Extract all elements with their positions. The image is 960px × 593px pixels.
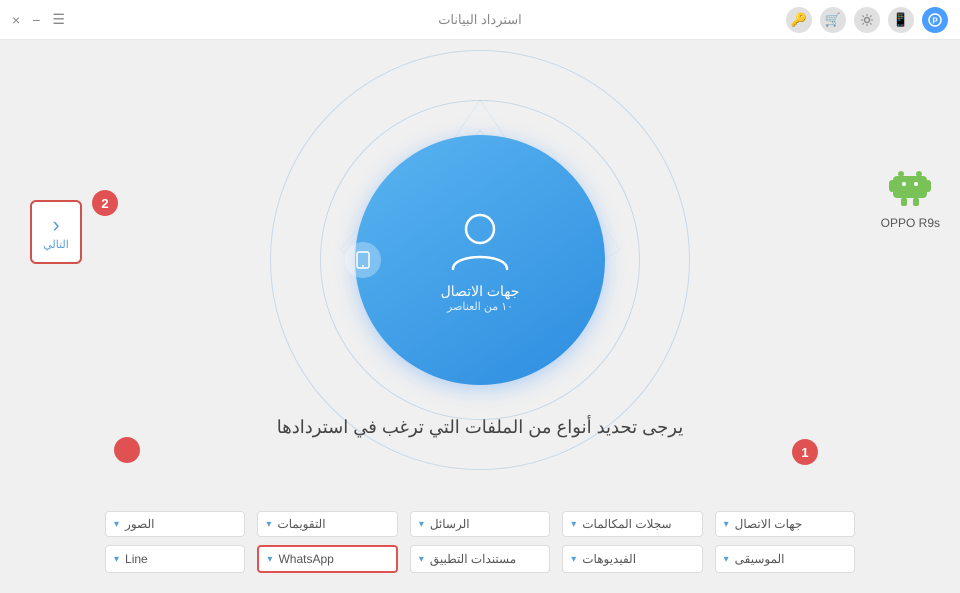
file-type-music[interactable]: الموسيقى ▾ xyxy=(715,545,855,573)
file-type-app-docs[interactable]: مستندات التطبيق ▾ xyxy=(410,545,550,573)
radar-container: جهات الاتصال ١٠ من العناصر xyxy=(270,50,690,470)
person-icon xyxy=(445,207,515,277)
contacts-chevron-icon: ▾ xyxy=(724,519,729,530)
center-circle: جهات الاتصال ١٠ من العناصر xyxy=(355,135,605,385)
icon-settings[interactable] xyxy=(854,7,880,33)
call-logs-chevron-icon: ▾ xyxy=(571,519,576,530)
svg-text:P: P xyxy=(932,16,938,25)
main-content: ‹ التالي 2 OPPO R9s xyxy=(0,40,960,593)
icon-key[interactable]: 🔑 xyxy=(786,7,812,33)
icon-pd[interactable]: P xyxy=(922,7,948,33)
file-type-call-logs[interactable]: سجلات المكالمات ▾ xyxy=(562,511,702,537)
back-chevron-icon: ‹ xyxy=(52,214,59,236)
circle-sublabel: ١٠ من العناصر xyxy=(447,300,513,313)
file-types-grid: جهات الاتصال ▾ سجلات المكالمات ▾ الرسائل… xyxy=(105,511,855,573)
calendars-chevron-icon: ▾ xyxy=(266,519,271,530)
photos-chevron-icon: ▾ xyxy=(114,519,119,530)
titlebar: P 📱 🛒 🔑 استرداد البيانات ☰ − × xyxy=(0,0,960,40)
app-docs-chevron-icon: ▾ xyxy=(419,554,424,565)
step-badge-2: 2 xyxy=(92,190,118,216)
window-controls: ☰ − × xyxy=(12,11,65,28)
titlebar-icons: P 📱 🛒 🔑 xyxy=(786,7,948,33)
music-chevron-icon: ▾ xyxy=(724,554,729,565)
titlebar-title: استرداد البيانات xyxy=(438,12,522,28)
main-title: يرجى تحديد أنواع من الملفات التي ترغب في… xyxy=(277,417,683,438)
icon-cart[interactable]: 🛒 xyxy=(820,7,846,33)
circle-label: جهات الاتصال xyxy=(441,283,520,300)
step-badge-1 xyxy=(114,437,140,463)
minimize-button[interactable]: − xyxy=(32,12,40,28)
file-type-photos[interactable]: الصور ▾ xyxy=(105,511,245,537)
file-type-contacts[interactable]: جهات الاتصال ▾ xyxy=(715,511,855,537)
file-type-line[interactable]: Line ▾ xyxy=(105,545,245,573)
device-name: OPPO R9s xyxy=(881,216,940,230)
device-info: OPPO R9s xyxy=(881,160,940,230)
back-label: التالي xyxy=(43,238,69,251)
file-type-messages[interactable]: الرسائل ▾ xyxy=(410,511,550,537)
videos-chevron-icon: ▾ xyxy=(571,554,576,565)
back-button[interactable]: ‹ التالي xyxy=(30,200,82,264)
menu-button[interactable]: ☰ xyxy=(52,11,65,28)
phone-side-icon xyxy=(345,242,381,278)
file-type-whatsapp[interactable]: WhatsApp ▾ xyxy=(257,545,397,573)
android-icon xyxy=(885,160,935,210)
close-button[interactable]: × xyxy=(12,12,20,28)
file-type-videos[interactable]: الفيديوهات ▾ xyxy=(562,545,702,573)
whatsapp-chevron-icon: ▾ xyxy=(267,554,272,565)
messages-chevron-icon: ▾ xyxy=(419,519,424,530)
icon-phone[interactable]: 📱 xyxy=(888,7,914,33)
step-badge-1-real: 1 xyxy=(792,439,818,465)
line-chevron-icon: ▾ xyxy=(114,554,119,565)
file-type-calendars[interactable]: التقويمات ▾ xyxy=(257,511,397,537)
